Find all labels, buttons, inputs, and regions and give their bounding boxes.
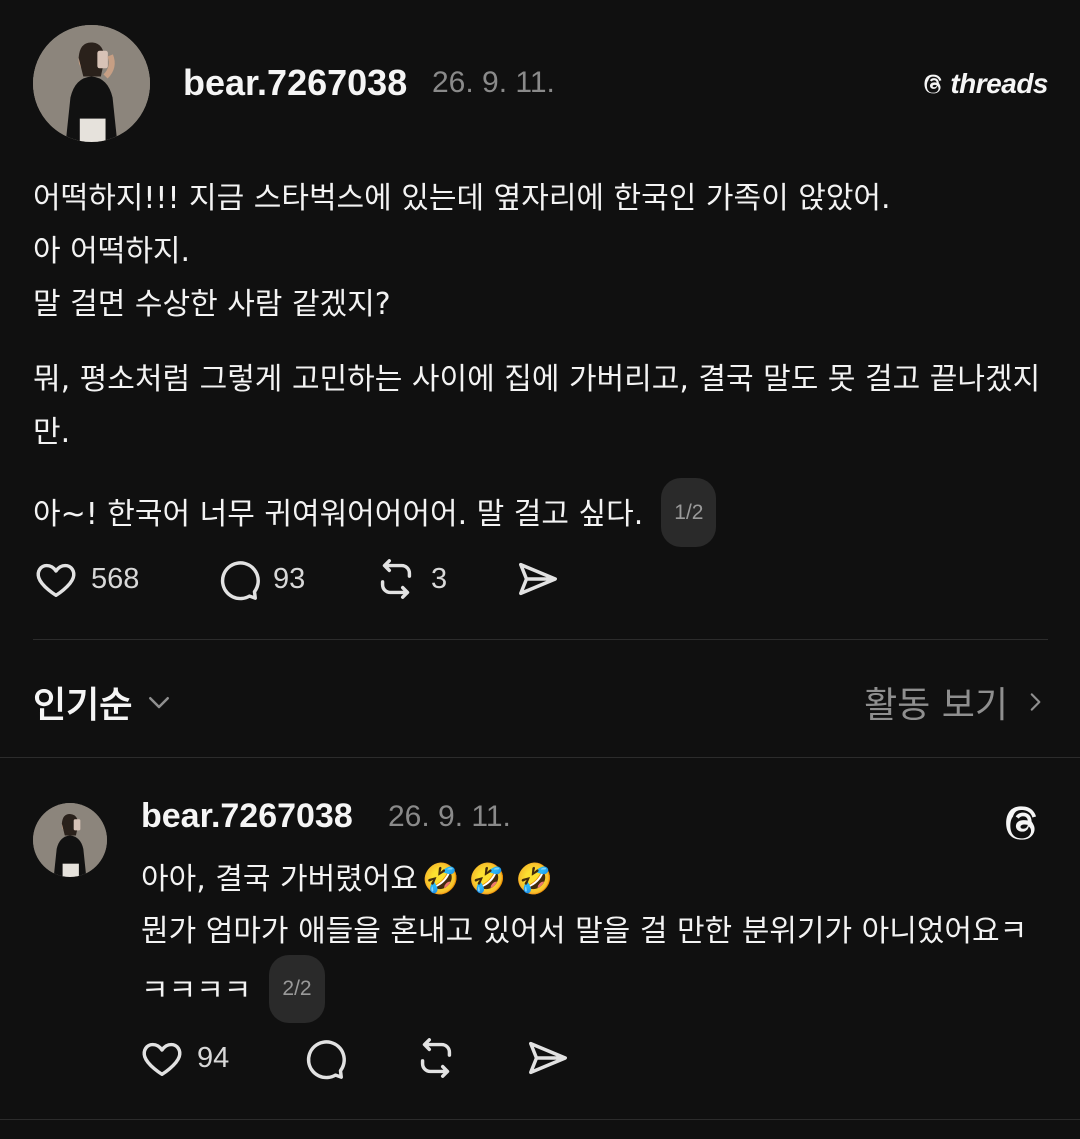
repost-button[interactable] [413, 1035, 525, 1081]
sort-dropdown[interactable]: 인기순 [33, 676, 174, 728]
comment-count: 93 [273, 562, 306, 595]
post-paragraph: 아 어떡하지. [33, 234, 191, 269]
comment-button[interactable] [301, 1035, 413, 1081]
pager-badge: 1/2 [661, 478, 717, 547]
post-paragraph: 말 걸면 수상한 사람 같겠지? [33, 287, 391, 322]
repost-button[interactable]: 3 [373, 556, 515, 602]
reply-line: 아아, 결국 가버렸어요 [141, 862, 419, 897]
heart-icon [36, 563, 76, 598]
view-activity-link[interactable]: 활동 보기 [864, 676, 1048, 728]
comment-icon [306, 1040, 346, 1080]
post-actions: 568 93 3 [33, 556, 561, 602]
post-paragraph-last: 아~! 한국어 너무 귀여워어어어어. 말 걸고 싶다. 1/2 [33, 478, 1048, 550]
threads-brand[interactable]: threads [921, 68, 1048, 100]
laughing-emoji: 🤣 🤣 🤣 [422, 862, 554, 897]
sort-label: 인기순 [33, 685, 133, 726]
chevron-down-icon [149, 697, 170, 709]
pager-badge: 2/2 [269, 955, 325, 1023]
threads-wordmark: threads [950, 68, 1048, 99]
post-paragraph: 어떡하지!!! 지금 스타벅스에 있는데 옆자리에 한국인 가족이 앉았어. [33, 181, 891, 216]
threads-logo-icon [921, 71, 947, 97]
reply-body: 아아, 결국 가버렸어요 🤣 🤣 🤣 뭔가 엄마가 애들을 혼내고 있어서 말을 … [141, 854, 1051, 1026]
send-icon [519, 562, 557, 596]
comment-button[interactable]: 93 [215, 556, 373, 602]
post-body: 어떡하지!!! 지금 스타벅스에 있는데 옆자리에 한국인 가족이 앉았어. 아… [33, 172, 1048, 550]
post-paragraph: 아~! 한국어 너무 귀여워어어어어. 말 걸고 싶다. [33, 497, 644, 532]
reply-date: 26. 9. 11. [388, 800, 511, 833]
send-icon [529, 1041, 567, 1075]
share-button[interactable] [525, 1035, 571, 1081]
divider [33, 639, 1048, 640]
chevron-right-icon [1030, 693, 1041, 711]
heart-icon [142, 1042, 182, 1077]
share-button[interactable] [515, 556, 561, 602]
like-button[interactable]: 94 [139, 1035, 301, 1081]
bottom-divider [0, 1119, 1080, 1120]
activity-label: 활동 보기 [864, 685, 1008, 726]
post-username[interactable]: bear.7267038 [183, 62, 407, 104]
repost-icon [380, 559, 412, 599]
like-button[interactable]: 568 [33, 556, 215, 602]
comment-icon [220, 561, 260, 601]
like-count: 94 [197, 1041, 230, 1074]
reply-actions: 94 [139, 1035, 571, 1081]
threads-icon[interactable] [1000, 800, 1046, 846]
like-count: 568 [91, 562, 140, 595]
reply-username[interactable]: bear.7267038 [141, 797, 353, 836]
sort-bar: 인기순 활동 보기 [33, 670, 1048, 726]
reply-avatar[interactable] [33, 803, 107, 877]
post-paragraph: 뭐, 평소처럼 그렇게 고민하는 사이에 집에 가버리고, 결국 말도 못 걸고… [33, 362, 1041, 450]
repost-icon [420, 1038, 452, 1078]
avatar[interactable] [33, 25, 150, 142]
repost-count: 3 [431, 562, 448, 595]
section-divider [0, 757, 1080, 758]
post-date: 26. 9. 11. [432, 66, 555, 99]
